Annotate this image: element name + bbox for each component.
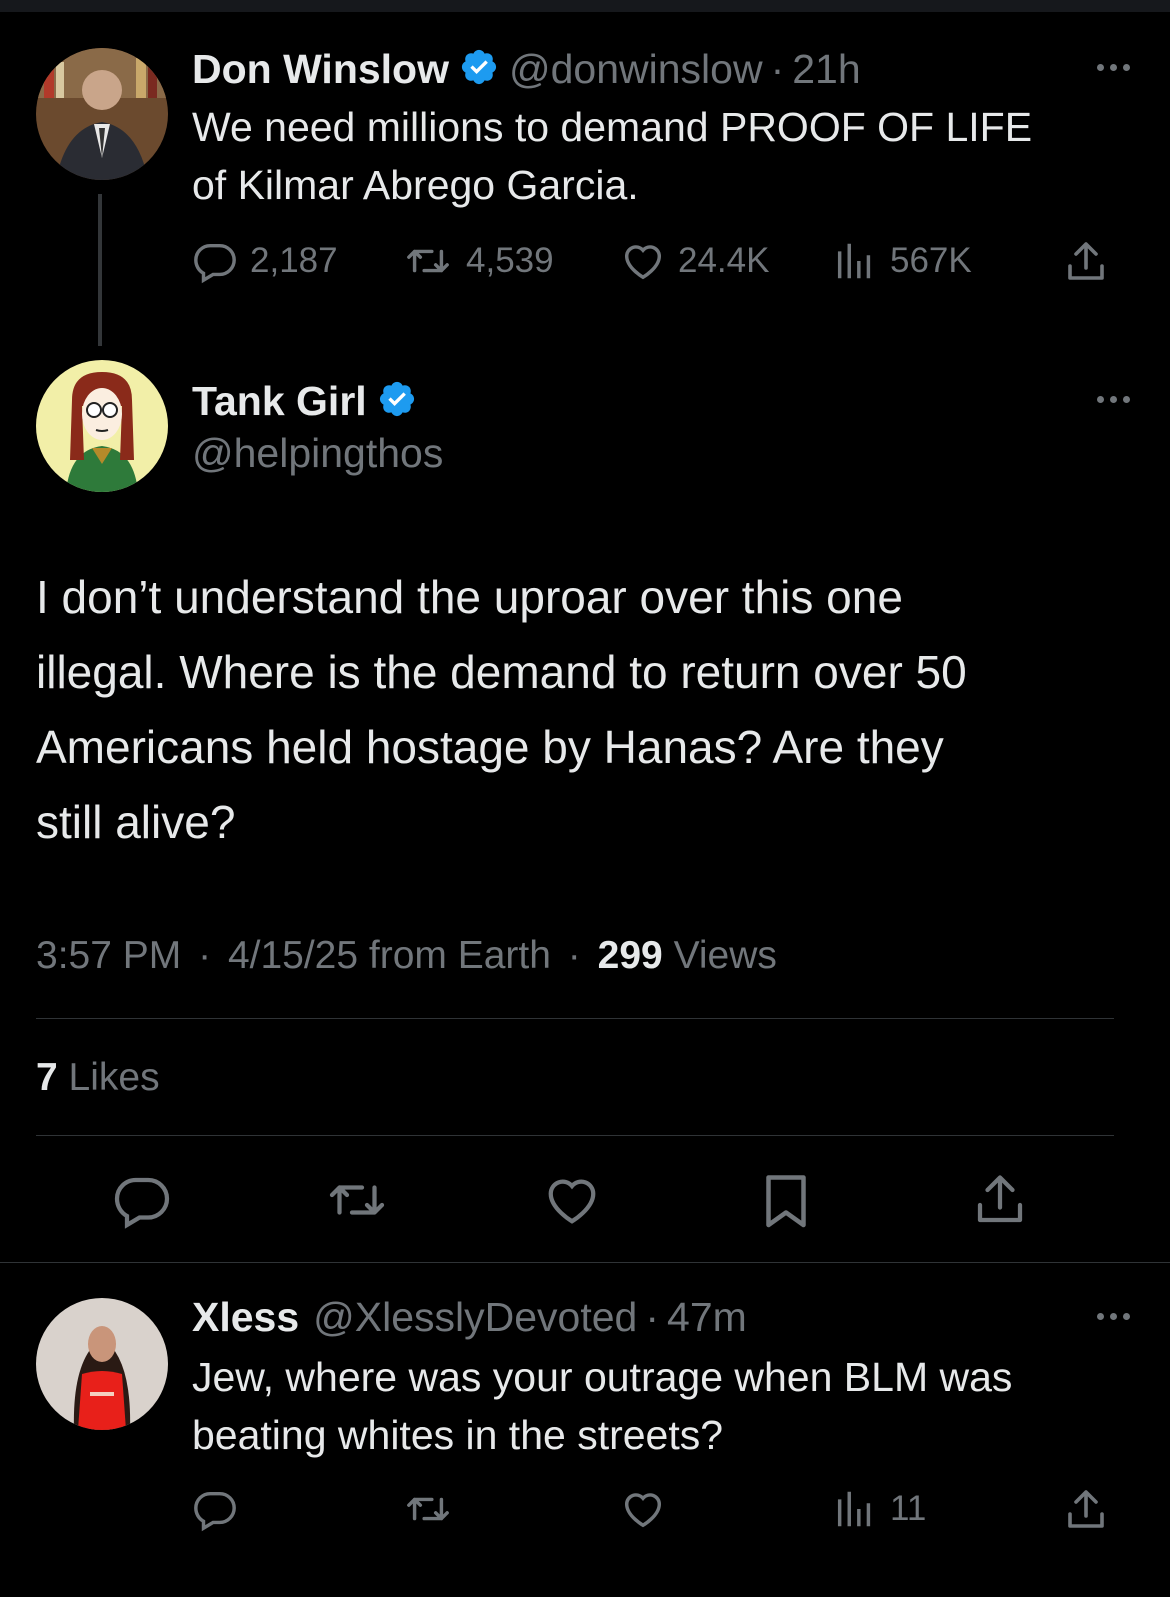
- likes-summary[interactable]: 7 Likes: [36, 1056, 160, 1100]
- more-icon[interactable]: [1097, 396, 1130, 403]
- reply-icon: [194, 1491, 236, 1532]
- retweet-icon: [329, 1185, 385, 1215]
- like-count: 24.4K: [678, 241, 770, 280]
- retweet-count: 4,539: [466, 241, 554, 280]
- timestamp[interactable]: 21h: [792, 46, 860, 93]
- more-icon[interactable]: [1097, 1313, 1130, 1320]
- share-button[interactable]: [970, 1170, 1030, 1230]
- tweet-text-line: beating whites in the streets?: [192, 1412, 724, 1458]
- tweet-meta: 3:57 PM · 4/15/25 from Earth · 299 Views: [36, 934, 777, 978]
- share-button[interactable]: [1062, 238, 1110, 286]
- timestamp[interactable]: 47m: [667, 1294, 747, 1341]
- views-label: Views: [673, 934, 777, 977]
- tweet-text-line: Jew, where was your outrage when BLM was: [192, 1354, 1013, 1400]
- bookmark-button[interactable]: [756, 1170, 816, 1230]
- separator: ·: [645, 1293, 660, 1340]
- author-name[interactable]: Don Winslow: [192, 46, 449, 93]
- author-handle[interactable]: @XlesslyDevoted: [313, 1294, 637, 1341]
- views-count: 11: [890, 1489, 927, 1528]
- more-icon[interactable]: [1097, 64, 1130, 71]
- separator: ·: [770, 45, 785, 92]
- main-tweet-text: I don’t understand the uproar over this …: [36, 560, 1136, 860]
- tweet-text-line: Americans held hostage by Hanas? Are the…: [36, 721, 944, 773]
- views-button[interactable]: 11: [832, 1486, 926, 1532]
- reply-icon: [194, 243, 236, 284]
- thread-line: [98, 194, 102, 346]
- reply-button[interactable]: 2,187: [192, 238, 338, 284]
- retweet-button[interactable]: [324, 1170, 390, 1230]
- like-icon: [548, 1179, 596, 1224]
- divider: [36, 1135, 1114, 1136]
- avatar-xless[interactable]: [36, 1298, 168, 1430]
- tweet-text-line: still alive?: [36, 796, 236, 848]
- views-count: 567K: [890, 241, 972, 280]
- reply-button[interactable]: [192, 1486, 238, 1532]
- like-button[interactable]: 24.4K: [620, 238, 769, 284]
- separator: ·: [198, 934, 212, 977]
- main-tweet-name-row: Tank Girl: [192, 376, 417, 426]
- avatar-tank-girl[interactable]: [36, 360, 168, 492]
- like-button[interactable]: [620, 1486, 666, 1532]
- tweet-time[interactable]: 3:57 PM: [36, 934, 181, 977]
- bookmark-icon: [766, 1175, 806, 1228]
- verified-badge-icon: [377, 379, 417, 424]
- like-icon: [624, 1493, 662, 1528]
- reply-count: 2,187: [250, 241, 338, 280]
- divider: [0, 1262, 1170, 1263]
- avatar-don-winslow[interactable]: [36, 48, 168, 180]
- share-button[interactable]: [1062, 1486, 1110, 1534]
- views-button[interactable]: 567K: [832, 238, 972, 284]
- top-bar: [0, 0, 1170, 12]
- reply-icon: [114, 1177, 170, 1229]
- views-count: 299: [597, 934, 663, 977]
- retweet-button[interactable]: 4,539: [402, 238, 554, 284]
- tweet-text-line: illegal. Where is the demand to return o…: [36, 646, 967, 698]
- share-icon: [977, 1175, 1023, 1223]
- tweet1-header: Don Winslow @donwinslow · 21h: [192, 44, 861, 94]
- tweet-text-line: of Kilmar Abrego Garcia.: [192, 162, 639, 208]
- separator: ·: [567, 934, 581, 977]
- author-name[interactable]: Tank Girl: [192, 378, 367, 425]
- author-handle[interactable]: @donwinslow: [509, 46, 763, 93]
- likes-count: 7: [36, 1056, 58, 1099]
- tweet-date-location[interactable]: 4/15/25 from Earth: [228, 934, 551, 977]
- retweet-icon: [407, 1497, 449, 1521]
- verified-badge-icon: [459, 47, 499, 92]
- tweet-text-line: We need millions to demand PROOF OF LIFE: [192, 104, 1033, 150]
- retweet-icon: [407, 249, 449, 273]
- reply-button[interactable]: [112, 1170, 172, 1230]
- reply-text: Jew, where was your outrage when BLM was…: [192, 1348, 1142, 1464]
- retweet-button[interactable]: [402, 1486, 454, 1532]
- share-icon: [1068, 1490, 1104, 1528]
- author-handle[interactable]: @helpingthos: [192, 430, 443, 477]
- tweet1-text: We need millions to demand PROOF OF LIFE…: [192, 98, 1132, 214]
- like-button[interactable]: [542, 1170, 602, 1230]
- share-icon: [1068, 242, 1104, 280]
- like-icon: [624, 245, 662, 280]
- views-icon: [837, 1491, 871, 1527]
- likes-label: Likes: [68, 1056, 160, 1099]
- divider: [36, 1018, 1114, 1019]
- reply-header: Xless @XlesslyDevoted · 47m: [192, 1292, 747, 1342]
- views-icon: [837, 243, 871, 279]
- tweet-text-line: I don’t understand the uproar over this …: [36, 571, 903, 623]
- author-name[interactable]: Xless: [192, 1294, 299, 1341]
